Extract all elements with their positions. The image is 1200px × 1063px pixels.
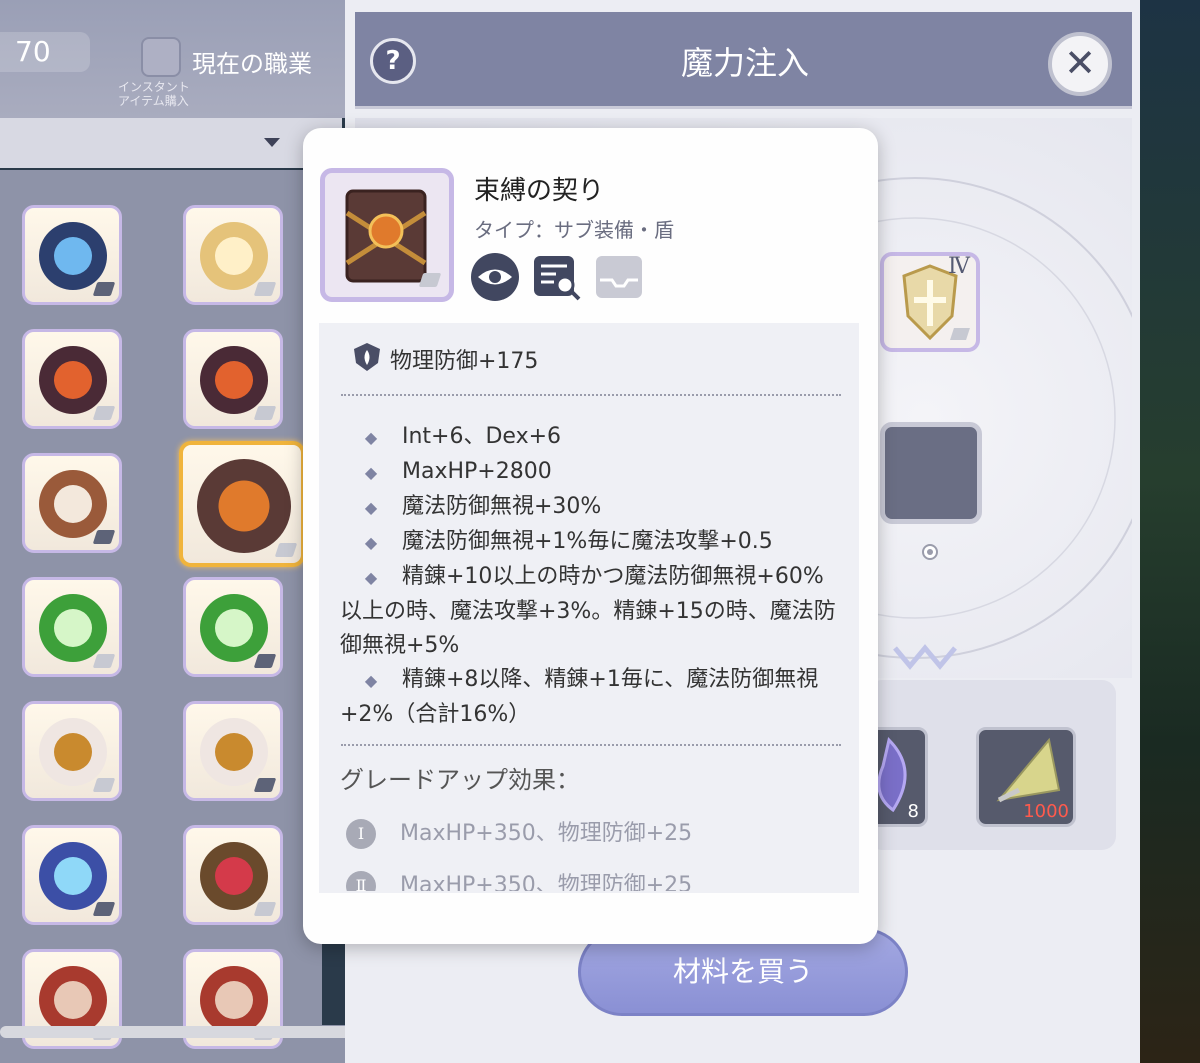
instant-purchase-line2: アイテム購入 — [118, 94, 189, 108]
game-world-background — [1140, 0, 1200, 1063]
inventory-slot[interactable] — [183, 825, 283, 925]
effect-item: ◆ 精錬+8以降、精錬+1毎に、魔法防御無視+2%（合計16%） — [340, 663, 840, 732]
inventory-slot[interactable] — [183, 701, 283, 801]
diamond-bullet-icon: ◆ — [364, 568, 378, 587]
effect-text: MaxHP+2800 — [402, 459, 552, 484]
effect-text: 精錬+8以降、精錬+1毎に、魔法防御無視+2%（合計16%） — [340, 667, 819, 727]
slot-corner-mark — [92, 282, 116, 296]
slot-corner-mark — [92, 778, 116, 792]
effects-list: ◆ Int+6、Dex+6 ◆ MaxHP+2800 ◆ 魔法防御無視+30% ◆ 魔法防御無… — [340, 420, 840, 732]
empty-infusion-slot[interactable] — [880, 422, 982, 524]
current-job-checkbox[interactable] — [141, 37, 181, 77]
effect-text: 精錬+10以上の時かつ魔法防御無視+60%以上の時、魔法攻撃+3%。精錬+15の… — [340, 564, 836, 658]
tooltip-item-icon-frame — [320, 168, 454, 302]
item-details-icon[interactable] — [532, 252, 582, 302]
grade-up-row: Ⅱ MaxHP+350、物理防御+25 — [346, 867, 692, 891]
diamond-bullet-icon: ◆ — [364, 533, 378, 552]
base-stat-row: 物理防御+175 — [352, 343, 538, 375]
dialog-title: 魔力注入 — [680, 44, 809, 82]
tooltip-item-name: 束縛の契り — [474, 176, 605, 206]
inventory-slot[interactable] — [22, 453, 122, 553]
effect-item: ◆ 精錬+10以上の時かつ魔法防御無視+60%以上の時、魔法攻撃+3%。精錬+15… — [340, 560, 840, 663]
tooltip-item-type: タイプ：サブ装備・盾 — [474, 218, 674, 242]
slot-corner-mark — [253, 282, 277, 296]
grade-number-icon: Ⅰ — [346, 819, 376, 849]
slot-corner-mark — [92, 654, 116, 668]
material-slot-2[interactable]: 1000 — [976, 727, 1076, 827]
diamond-bullet-icon: ◆ — [364, 498, 378, 517]
diamond-bullet-icon: ◆ — [364, 671, 378, 690]
binding-tome-icon — [197, 459, 291, 553]
filter-dropdown-strip[interactable] — [0, 118, 342, 168]
slot-corner-mark — [92, 406, 116, 420]
inventory-slot[interactable] — [22, 329, 122, 429]
inventory-slot[interactable] — [22, 205, 122, 305]
instant-purchase-label: インスタント アイテム購入 — [118, 80, 190, 108]
close-button[interactable]: ✕ — [1048, 32, 1112, 96]
slot-corner-mark — [92, 530, 116, 544]
effect-text: 魔法防御無視+30% — [402, 494, 602, 519]
effect-item: ◆ MaxHP+2800 — [340, 455, 840, 490]
help-button[interactable]: ? — [370, 38, 416, 84]
effect-text: Int+6、Dex+6 — [402, 424, 562, 449]
base-stat-text: 物理防御+175 — [390, 349, 539, 374]
divider — [341, 394, 841, 396]
inventory-slot[interactable] — [183, 577, 283, 677]
slot-corner-mark — [253, 902, 277, 916]
inventory-slot[interactable] — [22, 825, 122, 925]
instant-purchase-line1: インスタント — [118, 80, 190, 94]
storage-tray-icon[interactable] — [594, 252, 644, 302]
grade-badge: Ⅳ — [948, 254, 970, 279]
effect-text: 魔法防御無視+1%毎に魔法攻撃+0.5 — [402, 529, 773, 554]
grade-up-row: Ⅰ MaxHP+350、物理防御+25 — [346, 815, 692, 849]
grade-up-text: MaxHP+350、物理防御+25 — [400, 821, 693, 846]
inventory-slot[interactable] — [183, 329, 283, 429]
diamond-bullet-icon: ◆ — [364, 428, 378, 447]
material-count: 1000 — [1023, 801, 1069, 822]
slot-corner-mark — [253, 654, 277, 668]
level-filter[interactable]: 70 — [0, 32, 90, 72]
effect-item: ◆ Int+6、Dex+6 — [340, 420, 840, 455]
divider — [341, 744, 841, 746]
inventory-slot[interactable] — [179, 441, 305, 567]
material-count: 8 — [907, 801, 919, 822]
inventory-slot[interactable] — [183, 205, 283, 305]
eye-icon[interactable] — [470, 252, 520, 302]
effect-item: ◆ 魔法防御無視+1%毎に魔法攻撃+0.5 — [340, 525, 840, 560]
inventory-slot[interactable] — [22, 577, 122, 677]
inventory-slot[interactable] — [22, 701, 122, 801]
diamond-bullet-icon: ◆ — [364, 463, 378, 482]
slot-corner-mark — [253, 406, 277, 420]
grade-number-icon: Ⅱ — [346, 871, 376, 891]
effect-item: ◆ 魔法防御無視+30% — [340, 490, 840, 525]
defense-shield-icon — [354, 343, 380, 371]
slot-corner-mark — [92, 902, 116, 916]
chevron-down-icon — [264, 138, 280, 147]
title-divider — [355, 106, 1132, 109]
grade-up-text: MaxHP+350、物理防御+25 — [400, 873, 693, 891]
grade-up-title: グレードアップ効果： — [340, 766, 580, 794]
level-value: 70 — [15, 35, 51, 68]
slot-corner-mark — [253, 778, 277, 792]
current-job-label: 現在の職業 — [192, 50, 312, 78]
